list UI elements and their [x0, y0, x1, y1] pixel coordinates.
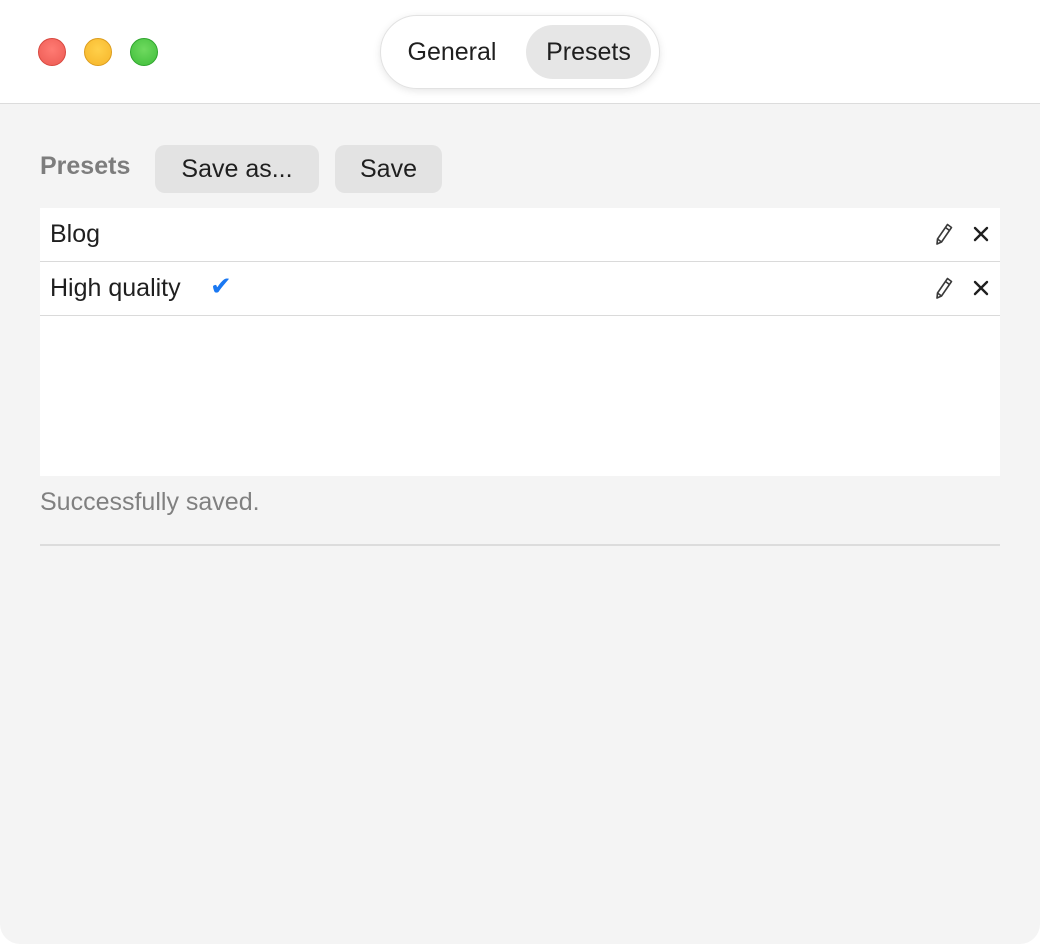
status-message: Successfully saved.: [40, 488, 260, 516]
pencil-icon[interactable]: [934, 276, 954, 300]
preset-name: High quality: [50, 274, 181, 302]
checkmark-icon: ✔: [210, 272, 232, 302]
delete-icon[interactable]: [973, 226, 989, 242]
title-bar: General Presets: [0, 0, 1040, 104]
divider: [40, 544, 1000, 546]
preferences-window: General Presets Presets Save as... Save …: [0, 0, 1040, 944]
close-window-button[interactable]: [38, 38, 66, 66]
delete-icon[interactable]: [973, 280, 989, 296]
pencil-icon[interactable]: [934, 222, 954, 246]
save-button[interactable]: Save: [335, 145, 442, 193]
preset-row-blog[interactable]: Blog: [40, 208, 1000, 262]
maximize-window-button[interactable]: [130, 38, 158, 66]
presets-heading: Presets: [40, 152, 131, 180]
save-as-button[interactable]: Save as...: [155, 145, 319, 193]
tab-presets[interactable]: Presets: [526, 25, 651, 79]
tab-general[interactable]: General: [389, 25, 515, 79]
tab-switcher: General Presets: [380, 15, 660, 89]
preset-row-high-quality[interactable]: High quality ✔: [40, 262, 1000, 316]
preset-name: Blog: [50, 220, 101, 248]
minimize-window-button[interactable]: [84, 38, 112, 66]
presets-list: Blog High quality ✔: [40, 208, 1000, 476]
